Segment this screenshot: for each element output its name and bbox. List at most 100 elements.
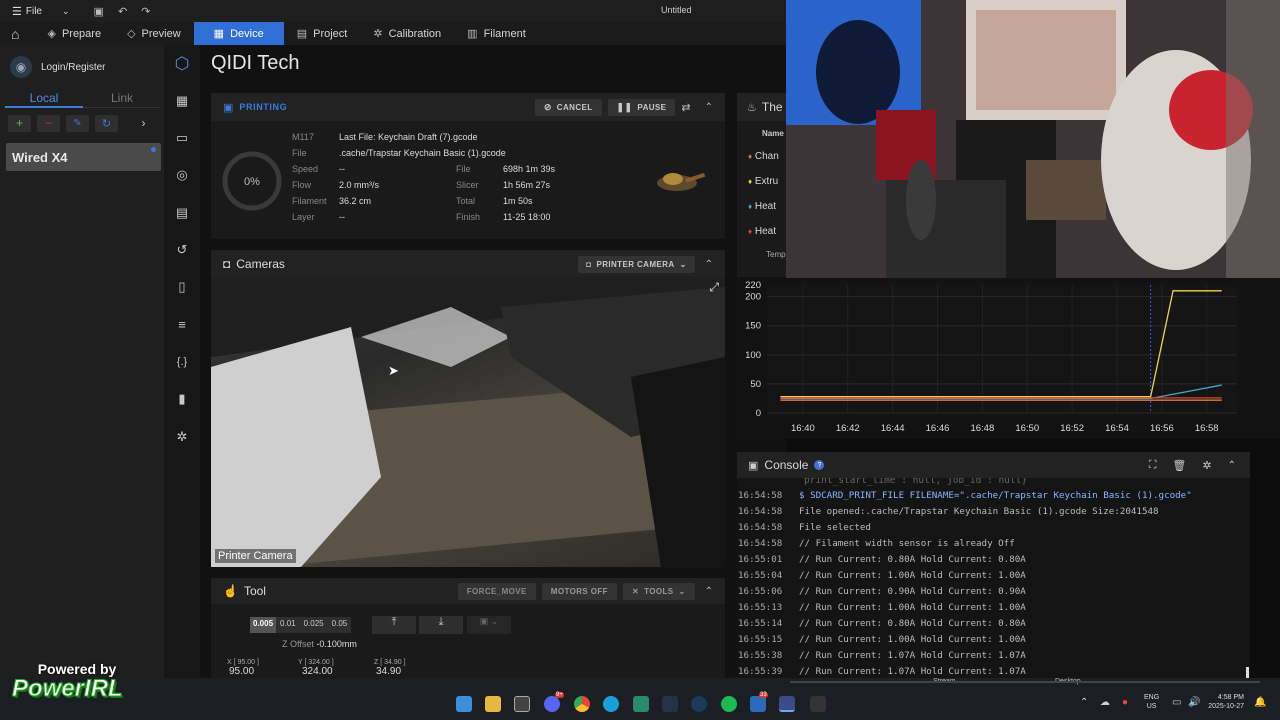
tray-chevron-icon[interactable]: ⌃ [1080,697,1088,708]
remove-printer-button[interactable]: − [37,114,60,132]
tab-device[interactable]: ▦ Device [193,22,284,45]
spotify-icon[interactable] [721,696,737,712]
document-title: Untitled [661,5,692,15]
collapse-icon[interactable]: ⌃ [705,586,713,597]
app-icon[interactable] [633,696,649,712]
console-line: 16:55:04 // Run Current: 1.00A Hold Curre… [738,568,1250,584]
z-position-field[interactable]: Z [ 34.90 ] 34.90 [374,659,438,679]
step-001[interactable]: 0.01 [276,617,300,633]
x-tick-label: 16:50 [1015,423,1039,434]
files-icon[interactable]: ▤ [173,204,191,222]
tab-link[interactable]: Link [83,90,161,108]
console-scrollbar[interactable] [1246,667,1249,678]
tune-icon[interactable]: ≡ [173,316,191,334]
add-printer-button[interactable]: + [8,114,31,132]
macros-icon[interactable]: {.} [173,353,191,371]
detail-value: .cache/Trapstar Keychain Basic (1).gcode [339,148,506,158]
settings-icon[interactable]: ✲ [173,428,191,446]
expand-icon[interactable]: ⛶ [1149,459,1157,472]
obs-icon[interactable] [810,696,826,712]
pause-button[interactable]: ❚❚ PAUSE [607,98,676,116]
detail-key: Filament [292,196,327,206]
login-register[interactable]: ◉ Login/Register [10,55,105,79]
print-time-row: Finish 11-25 18:00 [456,212,636,226]
collapse-icon[interactable]: ⌃ [705,102,713,113]
force-move-button[interactable]: FORCE_MOVE [457,582,536,600]
x-tick-label: 16:46 [926,423,950,434]
volume-icon[interactable]: 🔊 [1188,697,1200,708]
help-icon[interactable]: ? [814,460,825,470]
console-icon: ▣ [748,459,759,472]
language-indicator[interactable]: ENG US [1144,693,1159,711]
tab-calibration[interactable]: ✲ Calibration [360,22,454,45]
save-icon[interactable]: ▣ [94,5,104,18]
avatar: ◉ [10,56,32,78]
thermal-row[interactable]: ♦ Extru [748,176,786,187]
printer-list-item[interactable]: Wired X4 [6,143,161,171]
notifications-icon[interactable]: 🔔 [1254,697,1266,708]
windows-start-icon[interactable] [456,696,472,712]
clock[interactable]: 4:58 PM 2025-10-27 [1208,693,1244,711]
mic-icon[interactable]: ● [1122,697,1128,708]
network-icon[interactable]: ▭ [1172,697,1181,708]
z-offset-value: -0.100mm [316,639,357,649]
tools-menu-button[interactable]: ✕ TOOLS ⌄ [622,582,695,600]
device-icon[interactable]: ▮ [173,390,191,408]
tab-prepare[interactable]: ◈ Prepare [29,22,114,45]
chevron-right-icon[interactable]: › [132,115,155,132]
edit-printer-button[interactable]: ✎ [66,114,89,132]
history-icon[interactable]: ↺ [173,241,191,259]
chat-app-icon[interactable] [750,696,766,712]
discord-icon[interactable] [544,696,560,712]
steam-icon[interactable] [691,696,707,712]
camera-icon[interactable]: ◎ [173,166,191,184]
console-text: // Run Current: 1.00A Hold Current: 1.00… [799,634,1026,645]
motors-off-button[interactable]: MOTORS OFF [541,582,617,600]
store-icon[interactable] [514,696,530,712]
collapse-icon[interactable]: ⌃ [1228,460,1236,471]
z-down-button[interactable]: ⤓ [419,616,463,634]
settings-icon[interactable]: ✲ [1202,459,1211,472]
tab-project[interactable]: ▤ Project [284,22,361,45]
y-position-field[interactable]: Y [ 324.00 ] 324.00 [298,659,362,679]
print-time-row: File 698h 1m 39s [456,164,636,178]
collapse-icon[interactable]: ⌃ [705,259,713,270]
undo-icon[interactable]: ↶ [118,5,127,18]
home-button[interactable]: ⌂ [0,22,29,45]
refresh-button[interactable]: ↻ [95,114,118,132]
cancel-button[interactable]: ⊘ CANCEL [534,98,602,116]
open-external-icon[interactable]: ⤢ [709,280,719,295]
printer-name: Wired X4 [12,150,68,165]
edge-icon[interactable] [603,696,619,712]
swap-icon[interactable]: ⇄ [681,101,690,114]
console-text: // Filament width sensor is already Off [799,538,1015,549]
tab-preview[interactable]: ◇ Preview [114,22,194,45]
qidi-studio-icon[interactable] [779,696,795,712]
bg-app-icon[interactable] [662,696,678,712]
file-icon[interactable]: ▯ [173,278,191,296]
file-explorer-icon[interactable] [485,696,501,712]
file-menu[interactable]: ☰ File ⌄ [12,5,70,18]
x-position-field[interactable]: X [ 95.00 ] 95.00 [227,659,291,679]
tab-filament[interactable]: ▥ Filament [454,22,539,45]
main-tab-bar: ⌂ ◈ Prepare ◇ Preview ▦ Device ▤ Project ✲ Ca… [0,22,786,45]
tab-local[interactable]: Local [5,90,83,108]
cameras-header: ◘ Cameras ◘ PRINTER CAMERA ⌄ ⌃ [211,250,725,278]
thermal-row[interactable]: ♦ Heat [748,201,786,212]
dashboard-icon[interactable]: ▦ [173,92,191,110]
redo-icon[interactable]: ↷ [141,5,150,18]
z-up-button[interactable]: ⤒ [372,616,416,634]
step-0025[interactable]: 0.025 [299,617,328,633]
chrome-icon[interactable] [574,696,590,712]
z-save-button[interactable]: ▣ ⌄ [467,616,511,634]
trash-icon[interactable]: 🗑 [1172,459,1186,472]
step-005[interactable]: 0.05 [327,617,352,633]
cloud-icon[interactable]: ☁ [1100,697,1110,708]
x-tick-label: 16:58 [1195,423,1219,434]
step-0005[interactable]: 0.005 [250,617,277,633]
thermal-row[interactable]: ♦ Heat [748,226,786,237]
console-icon[interactable]: ▭ [173,129,191,147]
camera-feed[interactable]: ⤢ ➤ Printer Camera [211,277,725,567]
camera-selector[interactable]: ◘ PRINTER CAMERA ⌄ [578,255,695,273]
thermal-row[interactable]: ♦ Chan [748,151,786,162]
